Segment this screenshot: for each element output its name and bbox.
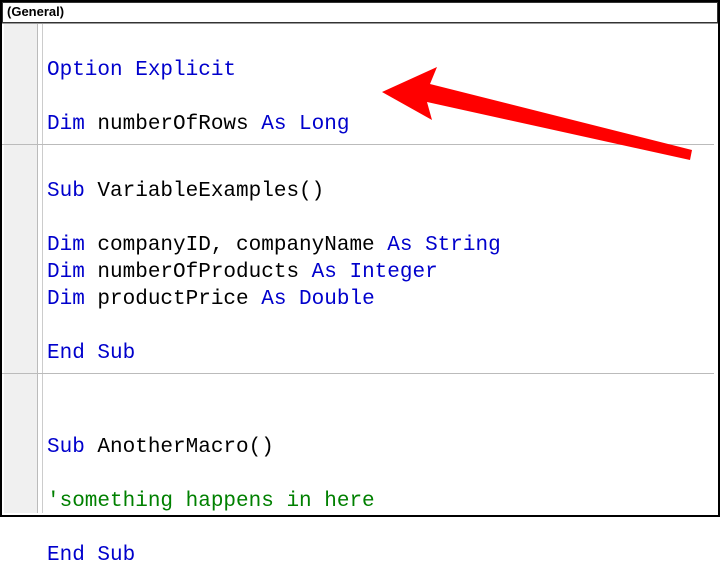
comment-line: 'something happens in here — [47, 490, 375, 513]
kw-dim: Dim — [47, 113, 85, 136]
kw-as-integer: As Integer — [312, 261, 438, 284]
ident-numberOfRows: numberOfRows — [85, 113, 261, 136]
object-dropdown-selected: (General) — [7, 4, 64, 19]
kw-dim: Dim — [47, 234, 85, 257]
code-editor[interactable]: Option Explicit Dim numberOfRows As Long… — [47, 30, 714, 511]
margin-divider — [42, 24, 43, 513]
kw-as-double: As Double — [261, 288, 374, 311]
ident-sub-name-1: VariableExamples() — [85, 180, 324, 203]
kw-as-long: As Long — [261, 113, 349, 136]
kw-dim: Dim — [47, 261, 85, 284]
ident-numProducts: numberOfProducts — [85, 261, 312, 284]
kw-option-explicit: Option Explicit — [47, 59, 236, 82]
kw-dim: Dim — [47, 288, 85, 311]
proc-divider-2 — [2, 373, 714, 374]
kw-end-sub-1: End Sub — [47, 342, 135, 365]
object-dropdown-bar: (General) — [2, 2, 718, 24]
ident-company: companyID, companyName — [85, 234, 387, 257]
kw-sub: Sub — [47, 436, 85, 459]
code-margin — [4, 24, 38, 513]
ident-productPrice: productPrice — [85, 288, 261, 311]
proc-divider-1 — [2, 144, 714, 145]
kw-as-string: As String — [387, 234, 500, 257]
object-dropdown[interactable]: (General) — [2, 2, 718, 23]
kw-sub: Sub — [47, 180, 85, 203]
kw-end-sub-2: End Sub — [47, 544, 135, 567]
ident-sub-name-2: AnotherMacro() — [85, 436, 274, 459]
